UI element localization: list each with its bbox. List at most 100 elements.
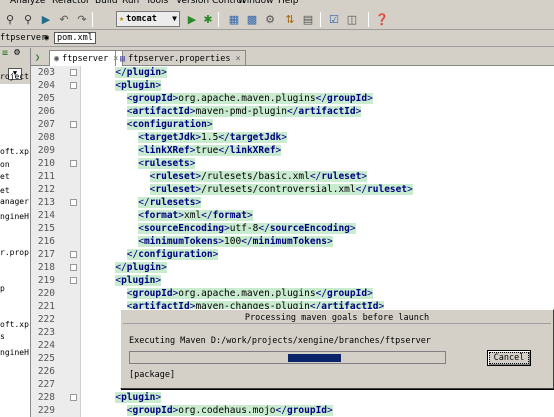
close-icon[interactable]: × [235,54,240,64]
run-config-selector[interactable]: ★ tomcat ▼ [116,11,180,27]
line-number: 217 [37,249,55,260]
main-toolbar: ★ tomcat ▼ ⚲ ⚲ ▶ ↶ ↷ ▶ ✱ ▦ ▩ ⚙ ⇅ ▤ ☑ ◫ ❓ [0,8,554,30]
xml-bracket: > [155,392,162,403]
view-icon[interactable]: ◫ [344,11,360,27]
line-number: 206 [37,106,55,117]
run-icon[interactable]: ▶ [184,11,200,27]
toolbar-separator [92,12,93,27]
xml-text: org.codehaus.mojo [178,405,276,416]
xml-tag-name: linkXRef [229,145,276,156]
fold-marker-icon[interactable] [70,264,77,271]
breadcrumb-item-file[interactable]: pom.xml [54,32,96,44]
code-line: </rulesets> [81,196,202,209]
fold-marker-icon[interactable] [70,82,77,89]
code-line: </plugin> [81,66,167,79]
project-tree-item[interactable]: oft.xp [0,320,29,329]
search-icon[interactable]: ⚲ [2,11,18,27]
code-line: </configuration> [81,248,219,261]
code-line: <plugin> [81,274,162,287]
xml-bracket: </ [115,67,127,78]
tab-ftpserver[interactable]: ◉ ftpserver × [49,50,124,66]
code-line: <targetJdk>1.5</targetJdk> [81,131,287,144]
project-tree-item[interactable]: ngineH [0,212,29,221]
menu-item-tools[interactable]: Tools [146,0,168,6]
tab-ftpserver-properties[interactable]: ▤ ftpserver.properties × [115,50,246,66]
code-line: <plugin> [81,391,162,404]
menu-item-run[interactable]: Run [122,0,139,6]
xml-tag-name: rulesets [149,197,196,208]
project-tree-item[interactable]: et [0,186,10,195]
xml-bracket: </ [218,145,230,156]
line-number: 221 [37,301,55,312]
xml-tag-name: configuration [138,249,213,260]
code-line: <groupId>org.apache.maven.plugins</group… [81,92,373,105]
menu-item-analyze[interactable]: Analyze [10,0,45,6]
project-tree-item[interactable]: p [0,284,5,293]
search-replace-icon[interactable]: ⚲ [20,11,36,27]
xml-bracket: > [161,262,167,273]
code-line: <groupId>org.codehaus.mojo</groupId> [81,404,333,417]
xml-text: org.apache.maven.plugins [178,93,316,104]
project-tree-item[interactable]: on [0,160,10,169]
open-icon[interactable]: ▤ [300,11,316,27]
menu-item-version-control[interactable]: Version Control [176,0,245,6]
vcs-icon[interactable]: ⇅ [282,11,298,27]
help-icon[interactable]: ❓ [374,11,390,27]
project-structure-icon[interactable]: ▩ [244,11,260,27]
navigate-icon[interactable]: ▶ [38,11,54,27]
fold-marker-icon[interactable] [70,277,77,284]
project-tree-item[interactable]: r.prop [0,248,29,257]
fold-marker-icon[interactable] [70,69,77,76]
build-icon[interactable]: ▦ [226,11,242,27]
xml-tag-name: sourceEncoding [269,223,350,234]
fold-marker-icon[interactable] [70,121,77,128]
project-tree-item[interactable]: s [0,332,5,341]
project-tree-item[interactable]: ngineH [0,348,29,357]
xml-bracket: > [349,223,356,234]
xml-tag-name: plugin [121,275,156,286]
project-tree-item[interactable]: oft.xp [0,147,29,156]
code-line: <linkXRef>true</linkXRef> [81,144,282,157]
line-number: 216 [37,236,55,247]
project-tree-item[interactable]: roject [0,72,29,81]
line-number: 225 [37,353,55,364]
line-number: 229 [37,405,55,416]
properties-file-icon: ▤ [120,53,126,64]
menu-item-build[interactable]: Build [95,0,118,6]
xml-bracket: </ [201,210,213,221]
xml-bracket: > [275,145,282,156]
xml-tag-name: format [143,210,179,221]
xml-tag-name: plugin [121,392,156,403]
fold-marker-icon[interactable] [70,160,77,167]
tasks-icon[interactable]: ☑ [326,11,342,27]
forward-icon[interactable]: ↷ [74,11,90,27]
menu-item-help[interactable]: Help [278,0,299,6]
menu-item-refactor[interactable]: Refactor [52,0,90,6]
fold-marker-icon[interactable] [70,394,77,401]
xml-bracket: > [407,184,413,195]
menu-item-window[interactable]: Window [238,0,274,6]
gear-icon[interactable]: ⚙ [14,48,20,58]
project-view-icon[interactable]: ≡ [2,48,8,59]
xml-bracket: </ [315,93,328,104]
module-icon: ◉ [54,53,60,64]
code-line: <artifactId>maven-pmd-plugin</artifactId… [81,105,362,118]
maven-progress-dialog: Processing maven goals before launch Exe… [120,309,554,389]
project-tree-item[interactable]: anager [0,197,29,206]
debug-icon[interactable]: ✱ [200,11,216,27]
project-tree-item[interactable]: et [0,172,10,181]
settings-icon[interactable]: ⚙ [262,11,278,27]
toolbar-separator [218,12,219,27]
run-config-label: tomcat [126,14,157,24]
xml-text: maven-pmd-plugin [195,106,287,117]
fold-marker-icon[interactable] [70,199,77,206]
cancel-button[interactable]: Cancel [487,350,531,366]
fold-marker-icon[interactable] [70,251,77,258]
scroll-tabs-icon[interactable]: ❯ [31,50,40,66]
back-icon[interactable]: ↶ [56,11,72,27]
xml-text: true [195,145,219,156]
project-panel[interactable]: ≡ ⚙ ▼ roject oft.xp on et et anager ngineH r.pr… [0,48,31,417]
breadcrumb-item-project[interactable]: ftpserver [0,33,46,43]
xml-tag-name: ruleset [155,184,196,195]
menu-bar: Analyze Refactor Build Run Tools Version Cont… [0,0,554,8]
